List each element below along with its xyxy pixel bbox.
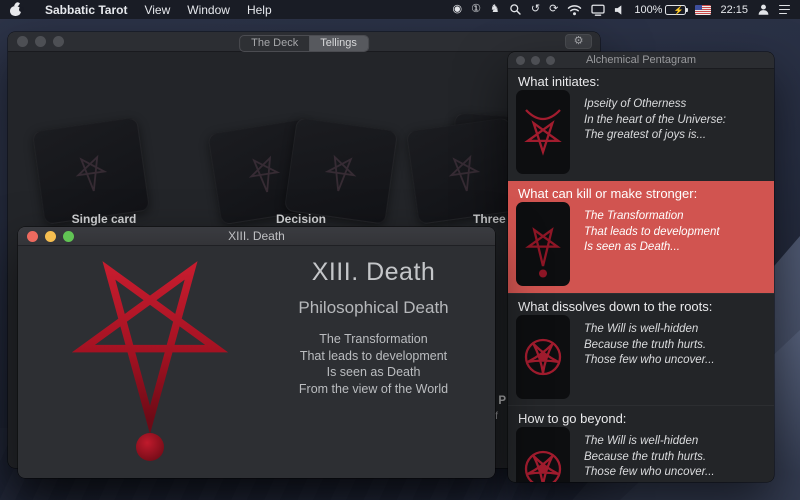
eye-status-icon[interactable]: ◉	[453, 4, 463, 15]
reading-row-what-initiates[interactable]: What initiates: Ipseity of Otherness In …	[508, 69, 774, 181]
card-subheading: Philosophical Death	[298, 298, 449, 317]
minimize-button[interactable]	[35, 36, 46, 47]
card-back[interactable]	[31, 117, 151, 225]
input-language-flag-icon[interactable]	[695, 4, 712, 15]
horned-pentagram-icon	[524, 109, 562, 156]
menu-view[interactable]: View	[144, 3, 170, 17]
card-heading: XIII. Death	[311, 258, 436, 286]
card-detail-window: XIII. Death XIII. Death Philosophical De…	[18, 227, 495, 478]
battery-icon: ⚡	[665, 4, 689, 15]
row-header: What can kill or make stronger:	[518, 186, 698, 201]
zoom-button[interactable]	[63, 230, 74, 242]
card-back[interactable]	[283, 117, 399, 225]
menu-window[interactable]: Window	[187, 3, 230, 17]
minimize-button[interactable]	[531, 55, 540, 65]
window-title: XIII. Death	[228, 229, 285, 243]
time-machine-icon[interactable]: ↺	[531, 4, 540, 15]
close-button[interactable]	[17, 36, 28, 47]
notification-center-icon[interactable]	[779, 4, 790, 15]
zoom-button[interactable]	[53, 36, 64, 47]
menu-help[interactable]: Help	[247, 3, 272, 17]
reading-row-what-dissolves[interactable]: What dissolves down to the roots: The Wi…	[508, 293, 774, 405]
airplay-display-icon[interactable]	[591, 4, 605, 16]
menu-bar-clock[interactable]: 22:15	[720, 4, 748, 16]
close-button[interactable]	[516, 55, 525, 65]
deck-window-titlebar[interactable]: The Deck Tellings ⚙	[8, 32, 600, 52]
tarot-card-thumbnail[interactable]	[516, 315, 570, 399]
ring-star-icon	[524, 450, 562, 482]
spread-label-single-card[interactable]: Single card	[48, 212, 160, 226]
row-card-text: Ipseity of Otherness In the heart of the…	[584, 98, 726, 141]
apple-menu-icon[interactable]	[10, 1, 24, 16]
deck-tellings-segmented-control: The Deck Tellings	[239, 35, 369, 52]
dog-status-icon[interactable]: ♞	[490, 4, 500, 15]
app-menu-title[interactable]: Sabbatic Tarot	[45, 3, 127, 17]
tab-tellings[interactable]: Tellings	[309, 36, 368, 51]
ring-star-icon	[524, 338, 562, 376]
reading-row-what-can-kill[interactable]: What can kill or make stronger: The Tran…	[508, 181, 774, 293]
reading-row-how-to-go-beyond[interactable]: How to go beyond: The Will is well-hidde…	[508, 405, 774, 482]
wifi-icon[interactable]	[567, 4, 582, 16]
alchemical-pentagram-window: Alchemical Pentagram What initiates: Ips…	[508, 52, 774, 482]
info-circle-icon[interactable]: ①	[471, 4, 481, 15]
card-window-titlebar[interactable]: XIII. Death	[18, 227, 495, 246]
zoom-button[interactable]	[546, 55, 555, 65]
row-card-text: The Will is well-hidden Because the trut…	[584, 323, 715, 366]
tarot-card-thumbnail[interactable]	[516, 202, 570, 286]
menu-bar: Sabbatic Tarot View Window Help ◉ ① ♞ ↺ …	[0, 0, 800, 19]
volume-icon[interactable]	[614, 4, 625, 16]
row-card-text: The Will is well-hidden Because the trut…	[584, 435, 715, 478]
battery-indicator[interactable]: 100% ⚡	[634, 3, 689, 16]
row-header: What initiates:	[518, 74, 600, 89]
reading-window-titlebar[interactable]: Alchemical Pentagram	[508, 52, 774, 69]
card-back[interactable]	[405, 117, 523, 225]
row-header: What dissolves down to the roots:	[518, 299, 713, 314]
tab-the-deck[interactable]: The Deck	[240, 36, 309, 51]
death-pentagram-icon	[525, 227, 561, 278]
minimize-button[interactable]	[45, 230, 56, 242]
death-pentagram-illustration	[71, 261, 229, 461]
tarot-card-thumbnail[interactable]	[516, 427, 570, 482]
battery-percent-label: 100%	[634, 3, 663, 16]
row-card-text: The Transformation That leads to develop…	[584, 210, 720, 253]
card-verse: The Transformation That leads to develop…	[298, 332, 449, 396]
row-header: How to go beyond:	[518, 411, 627, 426]
spread-label-decision[interactable]: Decision	[245, 212, 357, 226]
user-icon[interactable]	[757, 3, 770, 16]
tarot-card-thumbnail[interactable]	[516, 90, 570, 174]
orbit-icon[interactable]: ⟳	[549, 4, 558, 15]
close-button[interactable]	[27, 230, 38, 242]
settings-button[interactable]: ⚙	[565, 34, 592, 49]
spotlight-search-icon[interactable]	[509, 3, 522, 16]
gear-icon: ⚙	[573, 35, 584, 47]
